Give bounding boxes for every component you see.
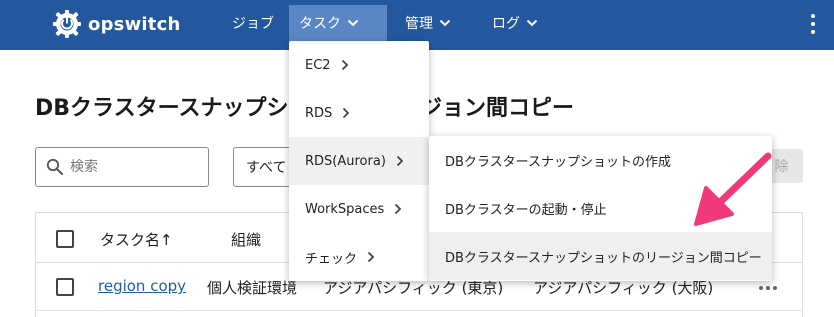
column-header-task-name-label: タスク名	[100, 231, 161, 249]
chevron-down-icon	[439, 19, 451, 27]
sort-asc-icon: ↑	[160, 231, 173, 249]
chevron-right-icon	[394, 203, 402, 215]
menu-item-ec2[interactable]: EC2	[289, 41, 429, 89]
nav-logs[interactable]: ログ	[482, 5, 548, 41]
nav-admin[interactable]: 管理	[395, 5, 461, 41]
row-checkbox[interactable]	[56, 278, 74, 296]
tasks-dropdown-menu: EC2 RDS RDS(Aurora) WorkSpaces チェック	[289, 41, 429, 281]
menu-item-workspaces[interactable]: WorkSpaces	[289, 185, 429, 233]
menu-item-label: RDS(Aurora)	[305, 153, 386, 169]
chevron-right-icon	[341, 59, 349, 71]
chevron-right-icon	[342, 107, 350, 119]
column-header-org[interactable]: 組織	[231, 229, 261, 250]
nav-tasks[interactable]: タスク	[289, 5, 387, 41]
select-all-checkbox[interactable]	[56, 230, 74, 248]
kebab-dot	[773, 286, 777, 290]
nav-tasks-label: タスク	[299, 16, 341, 32]
column-header-org-label: 組織	[231, 231, 262, 249]
search-field[interactable]	[35, 147, 209, 187]
kebab-dot	[811, 22, 815, 26]
chevron-down-icon	[347, 19, 359, 27]
submenu-item-label: DBクラスタースナップショットのリージョン間コピー	[445, 250, 762, 266]
submenu-item-label: DBクラスタースナップショットの作成	[445, 154, 672, 170]
menu-item-label: WorkSpaces	[305, 201, 385, 217]
nav-admin-label: 管理	[405, 16, 433, 32]
menu-item-rds[interactable]: RDS	[289, 89, 429, 137]
menu-item-label: RDS	[305, 105, 333, 121]
app-logo[interactable]: opswitch	[52, 9, 180, 39]
column-header-task-name[interactable]: タスク名↑	[100, 229, 173, 250]
chevron-down-icon	[526, 19, 538, 27]
menu-item-check[interactable]: チェック	[289, 233, 429, 281]
nav-jobs[interactable]: ジョブ	[222, 5, 284, 41]
menu-item-label: EC2	[305, 57, 331, 73]
filter-select-value: すべて	[246, 160, 287, 176]
kebab-menu-icon[interactable]	[810, 14, 816, 34]
nav-logs-label: ログ	[492, 16, 520, 32]
search-input[interactable]	[70, 159, 200, 175]
kebab-dot	[759, 286, 763, 290]
org-cell: 個人検証環境	[207, 279, 298, 297]
app-name: opswitch	[88, 13, 181, 35]
task-name-link[interactable]: region copy	[98, 277, 186, 295]
row-actions-icon[interactable]	[759, 286, 777, 290]
menu-item-label: チェック	[305, 251, 358, 267]
submenu-item-label: DBクラスターの起動・停止	[445, 202, 607, 218]
chevron-right-icon	[367, 251, 375, 263]
nav-jobs-label: ジョブ	[232, 16, 274, 32]
kebab-dot	[766, 286, 770, 290]
menu-item-rds-aurora[interactable]: RDS(Aurora)	[289, 137, 429, 185]
power-gear-icon	[53, 10, 81, 38]
chevron-right-icon	[396, 155, 404, 167]
kebab-dot	[811, 30, 815, 34]
search-icon	[46, 158, 63, 175]
annotation-arrow-icon	[694, 152, 772, 226]
kebab-dot	[811, 14, 815, 18]
